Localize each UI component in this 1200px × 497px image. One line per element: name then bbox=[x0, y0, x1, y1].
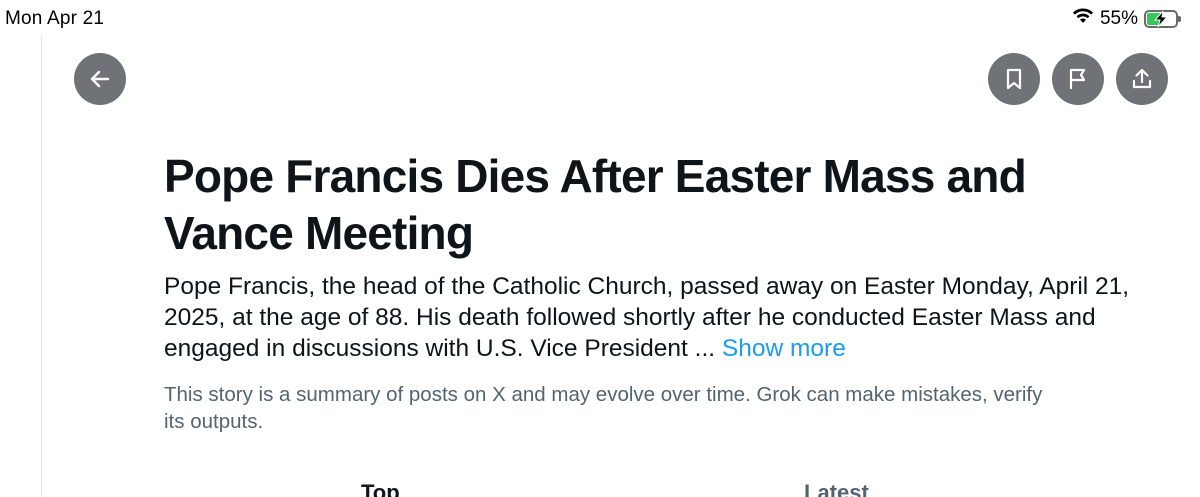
bookmark-button[interactable] bbox=[988, 53, 1040, 105]
battery-charging-icon bbox=[1144, 9, 1181, 28]
page: Mon Apr 21 55% Pope Francis Dies After E… bbox=[0, 0, 1200, 497]
flag-icon bbox=[1069, 68, 1086, 90]
tab-top[interactable]: Top bbox=[361, 480, 400, 497]
story-summary: Pope Francis, the head of the Catholic C… bbox=[164, 271, 1144, 364]
wifi-icon bbox=[1072, 7, 1094, 30]
page-title: Pope Francis Dies After Easter Mass and … bbox=[164, 150, 1027, 259]
arrow-left-icon bbox=[90, 70, 110, 88]
tab-latest[interactable]: Latest bbox=[804, 480, 869, 497]
battery-cap bbox=[1178, 15, 1181, 22]
share-icon bbox=[1132, 68, 1152, 89]
grok-disclaimer: This story is a summary of posts on X an… bbox=[164, 383, 1043, 433]
back-button[interactable] bbox=[74, 53, 126, 105]
story-summary-text: Pope Francis, the head of the Catholic C… bbox=[164, 273, 1130, 362]
bookmark-icon bbox=[1006, 68, 1022, 90]
share-button[interactable] bbox=[1116, 53, 1168, 105]
status-indicators: 55% bbox=[1072, 7, 1181, 30]
show-more-link[interactable]: Show more bbox=[722, 335, 846, 362]
status-time: Mon Apr 21 bbox=[5, 8, 105, 29]
left-divider bbox=[41, 36, 42, 497]
bolt-icon bbox=[1153, 10, 1169, 27]
battery-percent: 55% bbox=[1099, 7, 1138, 29]
report-button[interactable] bbox=[1052, 53, 1104, 105]
